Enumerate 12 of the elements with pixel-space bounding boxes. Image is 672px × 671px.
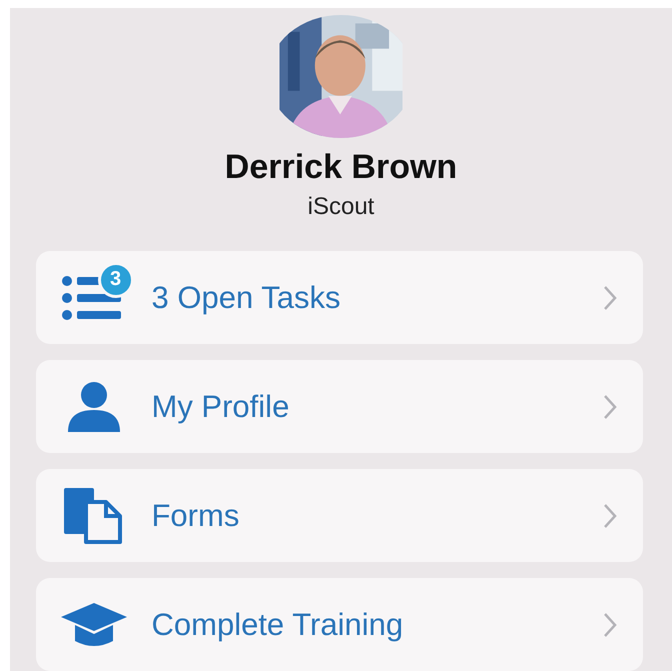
chevron-icon: [602, 394, 616, 420]
chevron-icon: [602, 284, 616, 310]
user-role: iScout: [308, 193, 374, 221]
chevron-icon: [602, 502, 616, 528]
person-icon: [68, 382, 120, 432]
graduation-cap-icon: [60, 602, 126, 646]
menu-item[interactable]: My Profile: [36, 360, 642, 453]
menu-item[interactable]: Complete Training: [36, 578, 642, 671]
menu-item[interactable]: Forms: [36, 469, 642, 562]
user-name: Derrick Brown: [224, 148, 458, 187]
menu-item[interactable]: 3 3 Open Tasks: [36, 251, 642, 344]
chevron-icon: [602, 612, 616, 638]
